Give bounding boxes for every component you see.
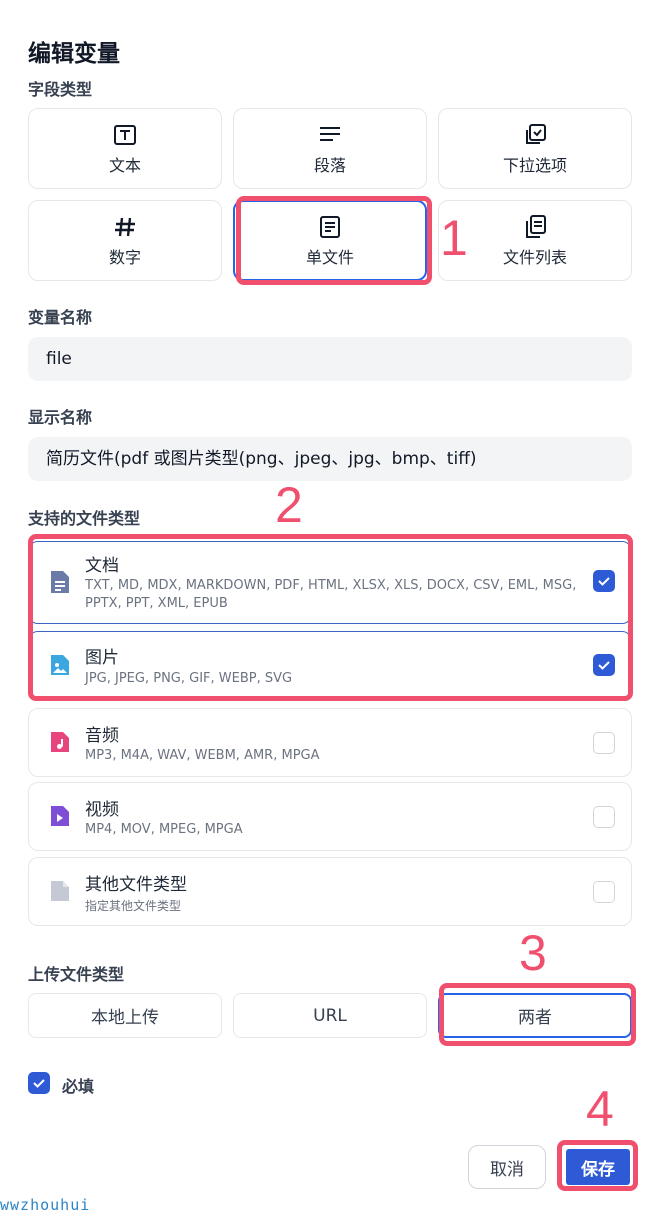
cancel-button[interactable]: 取消 [468,1145,546,1189]
type-option-text[interactable]: 文本 [28,108,222,189]
file-type-name: 音频 [85,726,119,746]
upload-url-button[interactable]: URL [233,993,427,1038]
annotation-box-4 [557,1140,638,1191]
file-type-desc: 指定其他文件类型 [85,899,182,913]
annotation-number-3: 3 [519,925,547,981]
file-type-desc: MP4, MOV, MPEG, MPGA [85,822,243,837]
required-checkbox[interactable] [28,1072,50,1094]
annotation-number-2: 2 [275,477,303,533]
type-option-label: 文本 [108,155,141,175]
file-types-label: 支持的文件类型 [28,509,141,528]
annotation-box-1 [236,196,432,285]
type-option-number[interactable]: 数字 [28,200,222,281]
file-type-video[interactable]: 视频 MP4, MOV, MPEG, MPGA [28,782,632,851]
type-option-select[interactable]: 下拉选项 [438,108,632,189]
paragraph-icon [318,122,342,148]
annotation-box-2 [28,534,633,701]
type-option-label: 段落 [313,155,346,175]
file-type-desc: MP3, M4A, WAV, WEBM, AMR, MPGA [85,748,320,763]
file-type-other[interactable]: 其他文件类型 指定其他文件类型 [28,857,632,926]
required-label: 必填 [62,1077,95,1096]
video-icon [49,804,71,832]
upload-type-label: 上传文件类型 [28,965,125,984]
dialog-title: 编辑变量 [28,41,120,67]
field-type-label: 字段类型 [28,80,93,99]
other-file-icon [49,879,71,907]
file-list-icon [523,214,547,240]
variable-name-input[interactable]: file [28,337,632,381]
watermark: wwzhouhui [0,1196,91,1214]
file-type-name: 其他文件类型 [85,875,187,895]
variable-name-label: 变量名称 [28,308,93,327]
video-checkbox[interactable] [593,806,615,828]
select-icon [523,122,547,148]
other-checkbox[interactable] [593,881,615,903]
annotation-box-3 [439,983,636,1046]
file-type-name: 视频 [85,800,119,820]
upload-local-button[interactable]: 本地上传 [28,993,222,1038]
check-icon [33,1079,45,1088]
display-name-label: 显示名称 [28,408,93,427]
file-type-audio[interactable]: 音频 MP3, M4A, WAV, WEBM, AMR, MPGA [28,708,632,777]
type-option-label: 文件列表 [502,247,567,267]
audio-icon [49,730,71,758]
audio-checkbox[interactable] [593,732,615,754]
type-option-label: 下拉选项 [502,155,567,175]
text-icon [113,122,137,148]
hash-icon [113,214,137,240]
type-option-paragraph[interactable]: 段落 [233,108,427,189]
display-name-input[interactable]: 简历文件(pdf 或图片类型(png、jpeg、jpg、bmp、tiff) [28,437,632,481]
annotation-number-1: 1 [440,210,468,266]
annotation-number-4: 4 [586,1081,614,1137]
type-option-label: 数字 [108,247,141,267]
